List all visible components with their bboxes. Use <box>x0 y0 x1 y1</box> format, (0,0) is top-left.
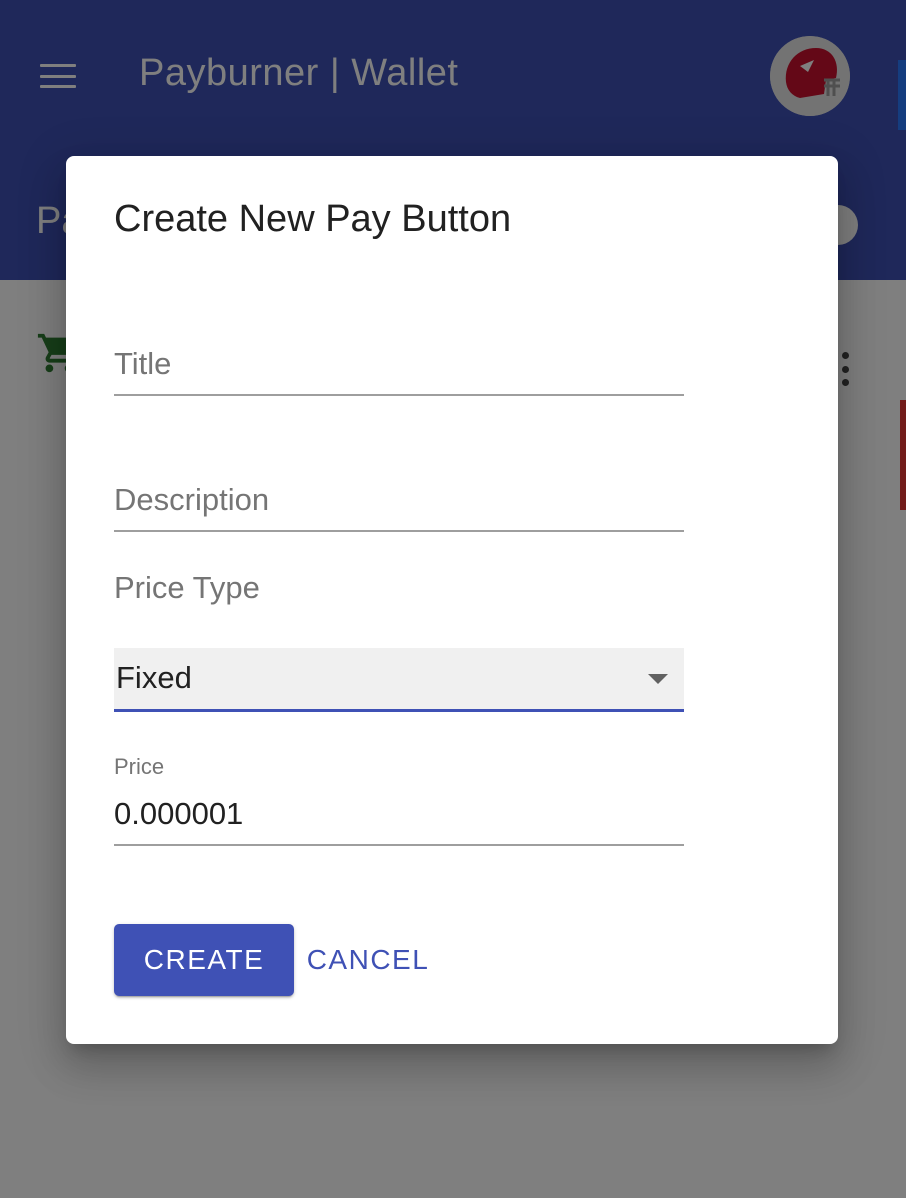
price-type-label: Price Type <box>114 570 260 605</box>
create-button[interactable]: CREATE <box>114 924 294 996</box>
create-pay-button-dialog: Create New Pay Button Title Description … <box>66 156 838 1044</box>
description-placeholder: Description <box>114 482 270 517</box>
dialog-title: Create New Pay Button <box>114 198 512 240</box>
cancel-button[interactable]: CANCEL <box>302 924 434 996</box>
title-placeholder: Title <box>114 346 172 381</box>
price-type-select[interactable]: Fixed <box>114 648 684 712</box>
price-value: 0.000001 <box>114 796 244 831</box>
price-label: Price <box>114 754 165 779</box>
description-field[interactable]: Description <box>114 480 684 532</box>
title-field[interactable]: Title <box>114 344 684 396</box>
chevron-down-icon <box>648 674 668 684</box>
price-type-value: Fixed <box>116 660 192 695</box>
price-input[interactable]: 0.000001 <box>114 788 684 846</box>
